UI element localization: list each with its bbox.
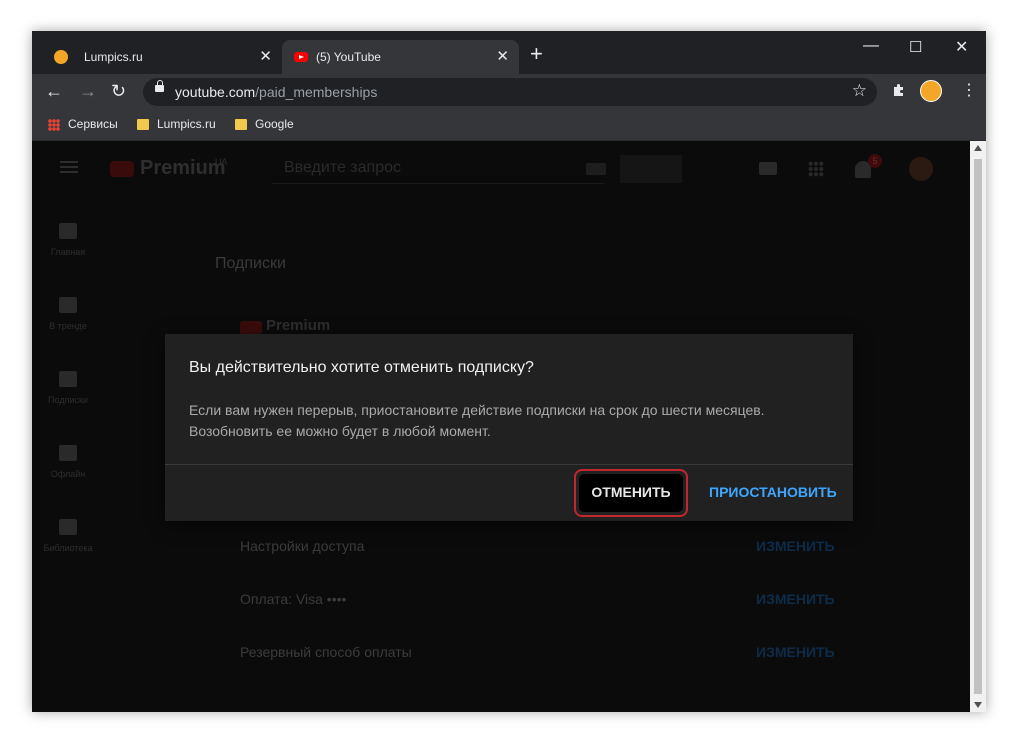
- tab-close-icon[interactable]: ✕: [259, 47, 272, 65]
- hamburger-menu-icon[interactable]: [60, 161, 78, 173]
- edit-payment-button[interactable]: ИЗМЕНИТЬ: [756, 591, 835, 607]
- page-title: Подписки: [215, 255, 286, 272]
- folder-icon: [137, 119, 149, 131]
- search-input[interactable]: Введите запрос: [272, 155, 604, 184]
- access-settings-label: Настройки доступа: [240, 538, 365, 554]
- pause-subscription-button[interactable]: ПРИОСТАНОВИТЬ: [709, 484, 837, 500]
- forward-button[interactable]: →: [79, 81, 97, 102]
- scroll-up-icon[interactable]: [974, 145, 982, 151]
- page-scrollbar[interactable]: [970, 141, 986, 712]
- membership-name: Premium: [266, 317, 331, 334]
- sidebar-item-library[interactable]: Библиотека: [32, 519, 104, 553]
- sidebar-item-home[interactable]: Главная: [32, 223, 104, 257]
- folder-icon: [235, 119, 247, 131]
- bookmarks-bar: Сервисы Lumpics.ru Google: [32, 110, 986, 141]
- edit-access-button[interactable]: ИЗМЕНИТЬ: [756, 538, 835, 554]
- bookmark-services[interactable]: Сервисы: [48, 117, 118, 131]
- create-video-icon[interactable]: [759, 162, 777, 175]
- user-avatar[interactable]: [909, 157, 933, 181]
- cancel-subscription-dialog: Вы действительно хотите отменить подписк…: [165, 334, 853, 521]
- payment-label: Оплата: Visa ••••: [240, 591, 347, 607]
- youtube-favicon-icon: [294, 52, 308, 62]
- tab-title: (5) YouTube: [316, 50, 381, 64]
- dialog-body: Если вам нужен перерыв, приостановите де…: [189, 400, 829, 442]
- close-window-button[interactable]: ✕: [955, 37, 968, 57]
- subscriptions-icon: [59, 371, 77, 387]
- scroll-down-icon[interactable]: [974, 702, 982, 708]
- search-button[interactable]: [620, 155, 682, 183]
- browser-toolbar: ← → ↻ youtube.com/paid_memberships ☆ ⋮: [32, 74, 986, 110]
- backup-payment-label: Резервный способ оплаты: [240, 644, 412, 660]
- address-bar[interactable]: youtube.com/paid_memberships ☆: [143, 78, 877, 106]
- apps-grid-icon: [48, 118, 60, 131]
- tab-youtube[interactable]: (5) YouTube ✕: [282, 40, 519, 74]
- lumpics-favicon-icon: [54, 50, 68, 64]
- sidebar-item-offline[interactable]: Офлайн: [32, 445, 104, 479]
- bookmark-lumpics[interactable]: Lumpics.ru: [137, 117, 216, 131]
- sidebar-item-trending[interactable]: В тренде: [32, 297, 104, 331]
- bookmark-star-icon[interactable]: ☆: [852, 81, 867, 101]
- tab-lumpics[interactable]: Lumpics.ru ✕: [40, 40, 282, 74]
- dialog-title: Вы действительно хотите отменить подписк…: [189, 359, 534, 376]
- offline-icon: [59, 445, 77, 461]
- youtube-header: Premium UA Введите запрос 5: [32, 141, 970, 197]
- new-tab-button[interactable]: +: [530, 43, 543, 65]
- region-code: UA: [215, 157, 228, 167]
- bookmark-google[interactable]: Google: [235, 117, 294, 131]
- youtube-logo-icon[interactable]: [110, 161, 134, 177]
- flame-icon: [59, 297, 77, 313]
- lock-icon: [155, 80, 164, 92]
- cancel-button-label: ОТМЕНИТЬ: [591, 484, 671, 500]
- cancel-subscription-button[interactable]: ОТМЕНИТЬ: [574, 469, 688, 517]
- keyboard-icon[interactable]: [586, 163, 606, 175]
- tab-title: Lumpics.ru: [84, 50, 143, 64]
- back-button[interactable]: ←: [45, 81, 63, 102]
- dialog-body-line-1: Если вам нужен перерыв, приостановите де…: [189, 402, 765, 418]
- minimize-button[interactable]: —: [863, 37, 879, 55]
- notification-count-badge: 5: [868, 154, 882, 168]
- url-text: youtube.com/paid_memberships: [175, 84, 378, 100]
- profile-avatar[interactable]: [920, 80, 942, 102]
- scrollbar-thumb[interactable]: [974, 159, 982, 694]
- home-icon: [59, 223, 77, 239]
- browser-menu-icon[interactable]: ⋮: [961, 80, 977, 100]
- tab-close-icon[interactable]: ✕: [496, 47, 509, 65]
- dialog-divider: [165, 464, 853, 465]
- maximize-button[interactable]: ☐: [909, 38, 922, 56]
- reload-button[interactable]: ↻: [111, 81, 126, 102]
- edit-backup-payment-button[interactable]: ИЗМЕНИТЬ: [756, 644, 835, 660]
- sidebar-item-subscriptions[interactable]: Подписки: [32, 371, 104, 405]
- puzzle-icon[interactable]: [892, 83, 906, 97]
- brand-name: Premium: [140, 157, 226, 179]
- apps-icon[interactable]: [808, 161, 824, 177]
- library-icon: [59, 519, 77, 535]
- tab-strip: Lumpics.ru ✕ (5) YouTube ✕ + — ☐ ✕: [32, 31, 986, 74]
- premium-logo-icon: [240, 321, 262, 335]
- dialog-body-line-2: Возобновить ее можно будет в любой момен…: [189, 423, 491, 439]
